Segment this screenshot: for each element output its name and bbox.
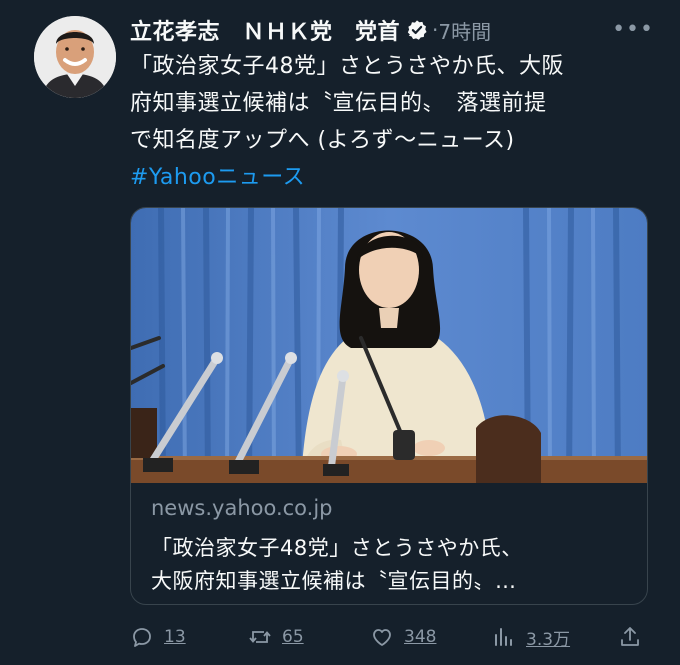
like-count: 348: [404, 627, 437, 647]
like-icon: [373, 629, 391, 646]
author-name[interactable]: 立花孝志 ＮＨＫ党 党首: [130, 14, 400, 46]
more-icon[interactable]: •••: [602, 19, 664, 41]
avatar-image: [34, 16, 116, 98]
reply-icon: [133, 628, 151, 647]
share-icon: [621, 627, 639, 646]
avatar[interactable]: [34, 16, 116, 98]
tweet-timestamp[interactable]: 7時間: [438, 16, 491, 45]
tweet-text-line: 府知事選立候補は〝宣伝目的〟 落選前提: [130, 91, 547, 116]
card-domain: news.yahoo.co.jp: [151, 496, 333, 520]
verified-badge-icon: [407, 20, 427, 40]
link-card[interactable]: news.yahoo.co.jp 「政治家女子48党」さとうさやか氏、 大阪府知…: [130, 207, 648, 605]
card-title-line: 「政治家女子48党」さとうさやか氏、: [151, 536, 523, 560]
views-button[interactable]: 3.3万: [492, 620, 570, 654]
card-image[interactable]: [131, 208, 647, 483]
tweet-text-line: 「政治家女子48党」さとうさやか氏、大阪: [130, 54, 564, 79]
card-title-line: 大阪府知事選立候補は〝宣伝目的〟…: [151, 569, 517, 593]
like-button[interactable]: 348: [370, 620, 436, 654]
tweet-header: 立花孝志 ＮＨＫ党 党首 · 7時間 •••: [130, 12, 664, 48]
card-title: 「政治家女子48党」さとうさやか氏、 大阪府知事選立候補は〝宣伝目的〟…: [151, 532, 641, 598]
retweet-button[interactable]: 65: [248, 620, 304, 654]
views-count: 3.3万: [526, 629, 571, 650]
action-bar: 13 65 348 3.3万: [130, 620, 650, 654]
views-icon: [495, 628, 512, 646]
hashtag-link[interactable]: #Yahooニュース: [130, 165, 305, 190]
press-conference-photo: [131, 208, 647, 483]
reply-count: 13: [164, 627, 186, 647]
retweet-count: 65: [282, 627, 304, 647]
tweet-text-line: で知名度アップへ (よろず〜ニュース): [130, 128, 515, 153]
tweet-text: 「政治家女子48党」さとうさやか氏、大阪 府知事選立候補は〝宣伝目的〟 落選前提…: [130, 48, 660, 196]
retweet-icon: [249, 631, 271, 643]
reply-button[interactable]: 13: [130, 620, 186, 654]
share-button[interactable]: [618, 620, 642, 654]
